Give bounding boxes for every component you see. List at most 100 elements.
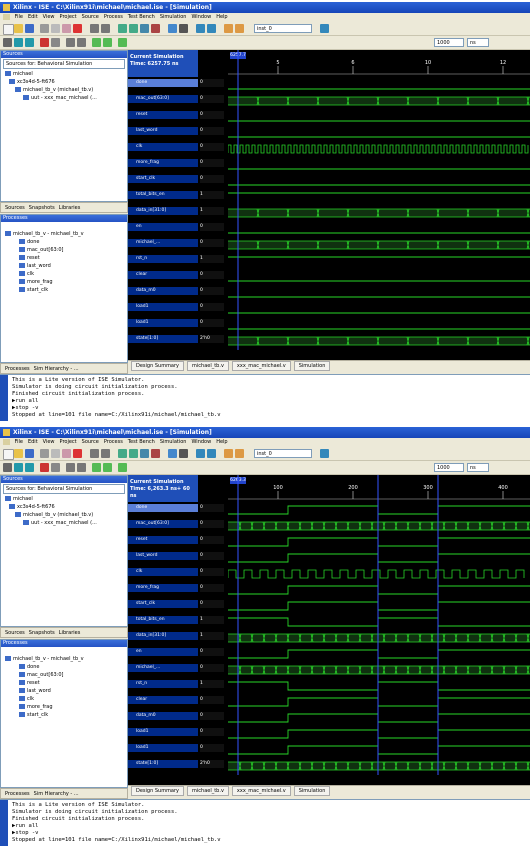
step-icon[interactable]	[51, 38, 60, 47]
signal-row[interactable]: clear 0	[128, 270, 228, 280]
menu-edit[interactable]: Edit	[28, 14, 38, 20]
menu-simulation[interactable]: Simulation	[160, 439, 187, 445]
find-next-icon[interactable]	[207, 24, 216, 33]
signal-row[interactable]: clear 0	[128, 695, 228, 705]
wave-remove-icon[interactable]	[77, 463, 86, 472]
sim-unit-combo[interactable]: ns	[467, 463, 489, 472]
paste-icon[interactable]	[62, 449, 71, 458]
signal-row[interactable]: reset 0	[128, 110, 228, 120]
signal-row[interactable]: reset 0	[128, 535, 228, 545]
copy-icon[interactable]	[51, 24, 60, 33]
signal-row[interactable]: en 0	[128, 222, 228, 232]
signal-name[interactable]: michael_...	[128, 239, 198, 247]
signal-name[interactable]: start_clk	[128, 175, 198, 183]
menu-window[interactable]: Window	[191, 14, 211, 20]
save-icon[interactable]	[25, 24, 34, 33]
signal-row[interactable]: total_bits_en 1	[128, 190, 228, 200]
signal-row[interactable]: done 0	[128, 503, 228, 513]
paste-icon[interactable]	[62, 24, 71, 33]
signal-name[interactable]: michael_...	[128, 664, 198, 672]
save-icon[interactable]	[25, 449, 34, 458]
zoom-fit-icon[interactable]	[140, 24, 149, 33]
signal-name[interactable]: last_word	[128, 127, 198, 135]
signal-row[interactable]: data_in[31:0] 1	[128, 206, 228, 216]
proc-signal[interactable]: start_clk	[1, 286, 127, 294]
tab-sources[interactable]: Sources	[5, 205, 25, 211]
signal-row[interactable]: rst_n 1	[128, 254, 228, 264]
run-all-icon[interactable]	[14, 463, 23, 472]
wave-remove-icon[interactable]	[77, 38, 86, 47]
signal-row[interactable]: last_word 0	[128, 126, 228, 136]
signal-name[interactable]: start_clk	[128, 600, 198, 608]
cursor-icon[interactable]	[179, 24, 188, 33]
signal-name[interactable]: done	[128, 504, 198, 512]
signal-name[interactable]: rst_n	[128, 255, 198, 263]
signal-name[interactable]: more_frag	[128, 584, 198, 592]
proc-signal[interactable]: mac_out[63:0]	[1, 671, 127, 679]
proc-signal[interactable]: clk	[1, 270, 127, 278]
proc-signal[interactable]: start_clk	[1, 711, 127, 719]
tab-simulation[interactable]: Simulation	[293, 361, 331, 371]
zoom-in-icon[interactable]	[118, 449, 127, 458]
menu-window[interactable]: Window	[191, 439, 211, 445]
signal-name[interactable]: clk	[128, 568, 198, 576]
signal-row[interactable]: mac_out[63:0] 0	[128, 94, 228, 104]
proc-signal[interactable]: more_frag	[1, 278, 127, 286]
tab-snapshots[interactable]: Snapshots	[29, 205, 55, 211]
signal-name[interactable]: state[1:0]	[128, 335, 198, 343]
signal-row[interactable]: load1 0	[128, 727, 228, 737]
signal-name[interactable]: clear	[128, 696, 198, 704]
proc-signal[interactable]: done	[1, 663, 127, 671]
signal-row[interactable]: rst_n 1	[128, 679, 228, 689]
signal-row[interactable]: load1 0	[128, 743, 228, 753]
sim-time-input[interactable]: 1000	[434, 463, 464, 472]
run-icon[interactable]	[25, 463, 34, 472]
find-next-icon[interactable]	[207, 449, 216, 458]
signal-name[interactable]: load1	[128, 319, 198, 327]
signal-row[interactable]: clk 0	[128, 567, 228, 577]
tab-michael-tb[interactable]: michael_tb.v	[187, 786, 229, 796]
break-icon[interactable]	[40, 38, 49, 47]
instance-combo[interactable]: inst_0	[254, 449, 312, 458]
menu-project[interactable]: Project	[60, 439, 77, 445]
time-cursor[interactable]	[228, 475, 530, 775]
signal-row[interactable]: load1 0	[128, 302, 228, 312]
step-icon[interactable]	[51, 463, 60, 472]
signal-name[interactable]: more_frag	[128, 159, 198, 167]
break-icon[interactable]	[40, 463, 49, 472]
run-all-icon[interactable]	[14, 38, 23, 47]
menu-testbench[interactable]: Test Bench	[128, 14, 155, 20]
signal-row[interactable]: done 0	[128, 78, 228, 88]
tab-sim-hierarchy[interactable]: Sim Hierarchy - ...	[34, 366, 79, 372]
proc-signal[interactable]: more_frag	[1, 703, 127, 711]
proc-signal[interactable]: done	[1, 238, 127, 246]
delete-icon[interactable]	[73, 449, 82, 458]
signal-name[interactable]: rst_n	[128, 680, 198, 688]
signal-name[interactable]: total_bits_en	[128, 616, 198, 624]
signal-name[interactable]: state[1:0]	[128, 760, 198, 768]
tab-xxx-mac-michael[interactable]: xxx_mac_michael.v	[231, 361, 291, 371]
zoom-fit-icon[interactable]	[140, 449, 149, 458]
proc-signal[interactable]: mac_out[63:0]	[1, 246, 127, 254]
run-icon[interactable]	[25, 38, 34, 47]
tree-item-project[interactable]: michael	[1, 70, 127, 78]
signal-row[interactable]: en 0	[128, 647, 228, 657]
tab-processes[interactable]: Processes	[5, 791, 30, 797]
new-file-icon[interactable]	[3, 449, 14, 460]
signal-row[interactable]: start_clk 0	[128, 599, 228, 609]
signal-row[interactable]: data_m0 0	[128, 711, 228, 721]
help-icon[interactable]	[320, 449, 329, 458]
menu-file[interactable]: File	[15, 14, 23, 20]
signal-row[interactable]: more_frag 0	[128, 158, 228, 168]
tree-item-project[interactable]: michael	[1, 495, 127, 503]
cut-icon[interactable]	[40, 24, 49, 33]
restart-icon[interactable]	[3, 463, 12, 472]
marker-next-icon[interactable]	[103, 38, 112, 47]
tab-michael-tb[interactable]: michael_tb.v	[187, 361, 229, 371]
undo-icon[interactable]	[90, 24, 99, 33]
signal-name[interactable]: load1	[128, 303, 198, 311]
window-icon[interactable]	[224, 24, 233, 33]
tile-icon[interactable]	[235, 24, 244, 33]
signal-name[interactable]: data_in[31:0]	[128, 632, 198, 640]
tree-item-uut[interactable]: uut - xxx_mac_michael (...	[1, 94, 127, 102]
